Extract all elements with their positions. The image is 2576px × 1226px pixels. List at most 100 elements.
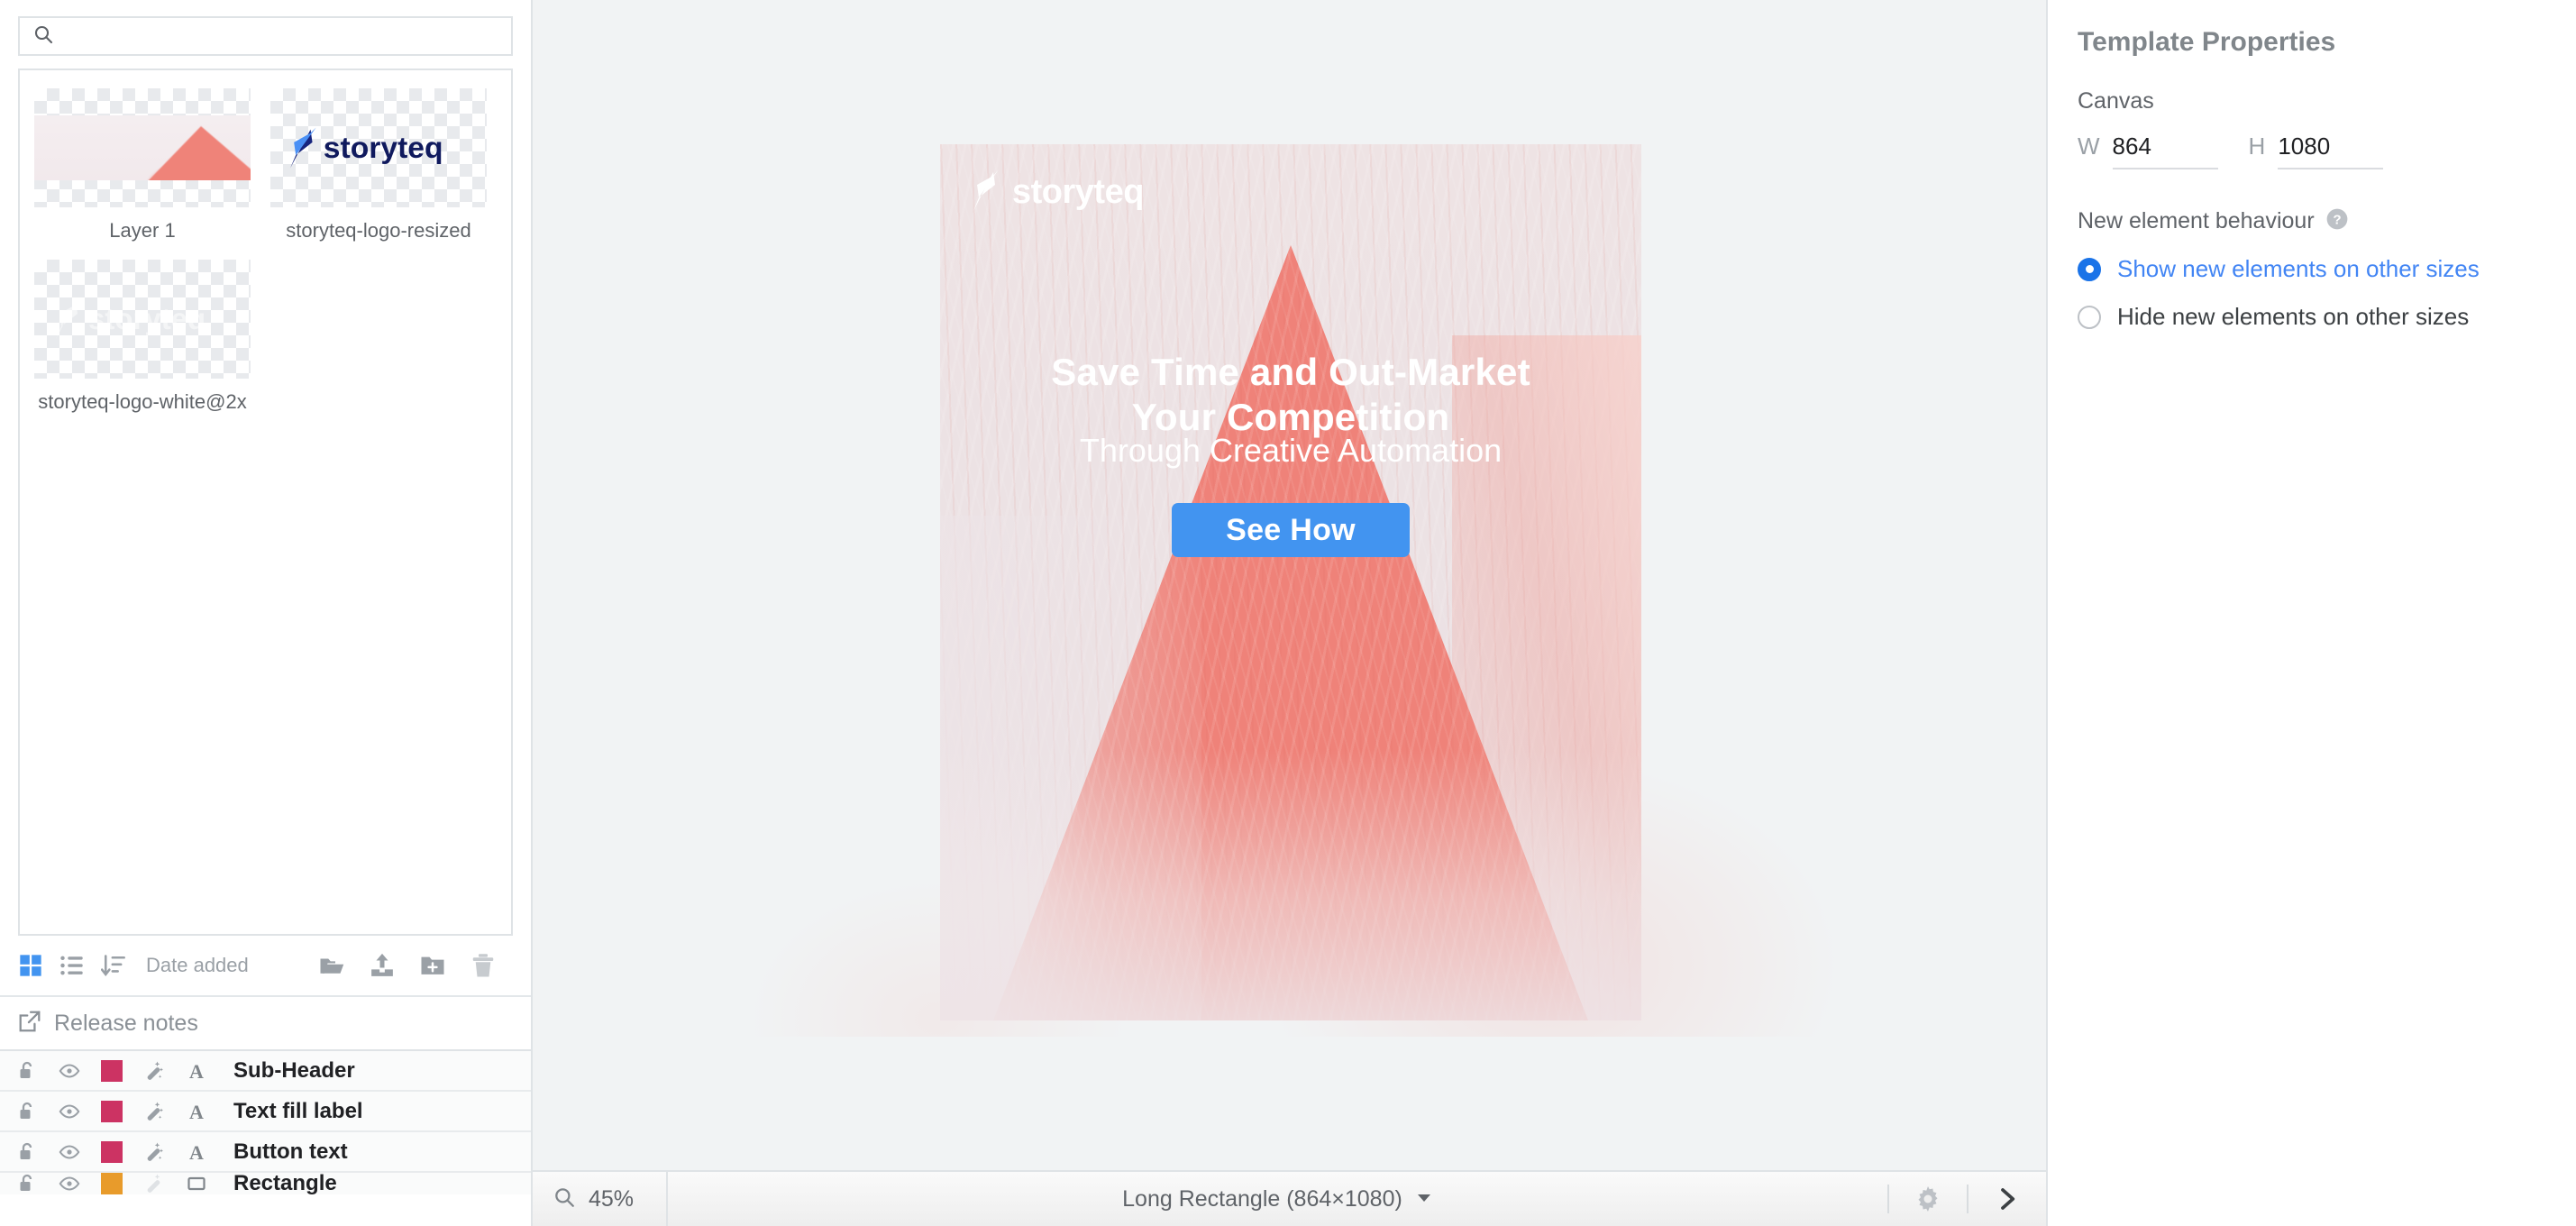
- asset-label: storyteq-logo-white@2x: [38, 389, 247, 413]
- external-link-icon: [18, 1010, 41, 1038]
- svg-text:?: ?: [2333, 213, 2341, 228]
- layer-row[interactable]: A Text fill label: [0, 1092, 531, 1132]
- layer-row[interactable]: Rectangle: [0, 1173, 531, 1194]
- canvas-section-label: Canvas: [2078, 88, 2154, 114]
- asset-toolbar: Date added: [18, 936, 513, 995]
- asset-label: Layer 1: [109, 219, 176, 242]
- asset-grid-container: Layer 1 storyteq storyteq-logo-resized s…: [18, 69, 513, 936]
- asset-thumbnail-mountain: [34, 88, 251, 207]
- asset-thumbnail-logo-dark: storyteq: [270, 88, 487, 207]
- upload-icon[interactable]: [369, 952, 396, 979]
- magic-wand-icon[interactable]: [143, 1101, 186, 1122]
- layers-list: A Sub-Header A Text fill label A Button …: [0, 1051, 531, 1226]
- help-circle-icon[interactable]: ?: [2325, 207, 2349, 235]
- layer-color-swatch[interactable]: [101, 1173, 123, 1194]
- release-notes-link[interactable]: Release notes: [0, 995, 531, 1051]
- artboard-logo-text: storyteq: [1012, 173, 1144, 211]
- magic-wand-icon[interactable]: [143, 1141, 186, 1163]
- layer-row[interactable]: A Button text: [0, 1132, 531, 1173]
- caret-down-icon: [1415, 1188, 1433, 1211]
- svg-text:storyteq: storyteq: [88, 303, 206, 335]
- new-element-behaviour-section: New element behaviour ?: [2078, 169, 2576, 235]
- sub-header-text[interactable]: Through Creative Automation: [940, 431, 1641, 470]
- status-bar: 45% Long Rectangle (864×1080): [533, 1170, 2046, 1226]
- eye-icon[interactable]: [59, 1141, 101, 1163]
- asset-label: storyteq-logo-resized: [286, 219, 471, 242]
- artboard-logo[interactable]: storyteq: [971, 169, 1144, 215]
- trash-icon[interactable]: [470, 952, 497, 979]
- magic-wand-icon[interactable]: [143, 1060, 186, 1082]
- sort-descending-icon[interactable]: [101, 953, 126, 978]
- headline-line-1: Save Time and Out-Market: [1051, 351, 1530, 393]
- radio-hide-new-elements[interactable]: Hide new elements on other sizes: [2078, 283, 2576, 331]
- status-bar-actions: [1887, 1172, 2046, 1226]
- layer-color-swatch[interactable]: [101, 1140, 123, 1163]
- list-view-icon[interactable]: [59, 953, 85, 978]
- gear-icon[interactable]: [1889, 1172, 1967, 1226]
- asset-thumbnail-logo-white: storyteq: [34, 259, 251, 379]
- height-label: H: [2248, 133, 2266, 160]
- zoom-control[interactable]: 45%: [533, 1172, 668, 1226]
- grid-view-icon[interactable]: [18, 953, 43, 978]
- radio-show-new-elements[interactable]: Show new elements on other sizes: [2078, 235, 2576, 283]
- svg-text:storyteq: storyteq: [324, 132, 443, 164]
- unlock-icon[interactable]: [16, 1060, 59, 1082]
- magic-wand-icon: [143, 1173, 186, 1194]
- layer-name: Sub-Header: [233, 1057, 355, 1083]
- layer-color-swatch[interactable]: [101, 1059, 123, 1082]
- search-input[interactable]: [63, 18, 498, 54]
- canvas-workspace[interactable]: storyteq Save Time and Out-Market Your C…: [533, 0, 2046, 1226]
- asset-item[interactable]: storyteq storyteq-logo-white@2x: [34, 259, 251, 415]
- artboard[interactable]: storyteq Save Time and Out-Market Your C…: [940, 144, 1641, 1020]
- size-selector[interactable]: Long Rectangle (864×1080): [668, 1186, 1887, 1212]
- size-selector-label: Long Rectangle (864×1080): [1122, 1185, 1402, 1212]
- eye-icon[interactable]: [59, 1173, 101, 1194]
- radio-label: Show new elements on other sizes: [2117, 255, 2480, 282]
- zoom-level: 45%: [589, 1185, 635, 1212]
- unlock-icon[interactable]: [16, 1101, 59, 1122]
- eye-icon[interactable]: [59, 1060, 101, 1082]
- sort-label[interactable]: Date added: [146, 954, 249, 977]
- search-icon: [32, 23, 54, 50]
- headline-text[interactable]: Save Time and Out-Market Your Competitio…: [940, 350, 1641, 439]
- unlock-icon[interactable]: [16, 1141, 59, 1163]
- width-label: W: [2078, 133, 2100, 160]
- cta-button-label: See How: [1226, 512, 1356, 547]
- radio-label: Hide new elements on other sizes: [2117, 303, 2470, 330]
- search-container: [0, 0, 531, 56]
- width-input[interactable]: [2112, 133, 2218, 169]
- asset-item[interactable]: Layer 1: [34, 88, 251, 243]
- rectangle-type-icon: [186, 1173, 228, 1194]
- radio-button[interactable]: [2078, 257, 2101, 281]
- canvas-dimensions: W H: [2078, 114, 2576, 169]
- radio-button[interactable]: [2078, 305, 2101, 329]
- layer-name: Button text: [233, 1139, 348, 1164]
- background-image-mountain: [940, 144, 1641, 1020]
- svg-text:A: A: [189, 1141, 204, 1163]
- text-type-icon: A: [186, 1101, 228, 1122]
- open-folder-icon[interactable]: [318, 952, 345, 979]
- svg-text:A: A: [189, 1101, 204, 1122]
- height-input[interactable]: [2278, 133, 2384, 169]
- layer-color-swatch[interactable]: [101, 1100, 123, 1122]
- text-type-icon: A: [186, 1060, 228, 1082]
- asset-grid: Layer 1 storyteq storyteq-logo-resized s…: [34, 88, 497, 414]
- layer-name: Text fill label: [233, 1098, 363, 1123]
- release-notes-label: Release notes: [54, 1010, 198, 1036]
- new-folder-icon[interactable]: [419, 952, 446, 979]
- layer-name: Rectangle: [233, 1173, 337, 1194]
- storyteq-logo-white-icon: storyteq: [54, 298, 231, 339]
- layer-row[interactable]: A Sub-Header: [0, 1051, 531, 1092]
- storyteq-mark-icon: [971, 169, 1000, 215]
- asset-item[interactable]: storyteq storyteq-logo-resized: [270, 88, 487, 243]
- magnifier-icon: [553, 1185, 576, 1213]
- unlock-icon[interactable]: [16, 1173, 59, 1194]
- storyteq-logo-icon: storyteq: [288, 127, 469, 169]
- svg-text:A: A: [189, 1060, 204, 1082]
- template-properties-panel: Template Properties Canvas W H New eleme…: [2046, 0, 2576, 1226]
- eye-icon[interactable]: [59, 1101, 101, 1122]
- search-box[interactable]: [18, 16, 513, 56]
- cta-button[interactable]: See How: [1172, 503, 1410, 557]
- chevron-right-icon[interactable]: [1969, 1172, 2046, 1226]
- text-type-icon: A: [186, 1141, 228, 1163]
